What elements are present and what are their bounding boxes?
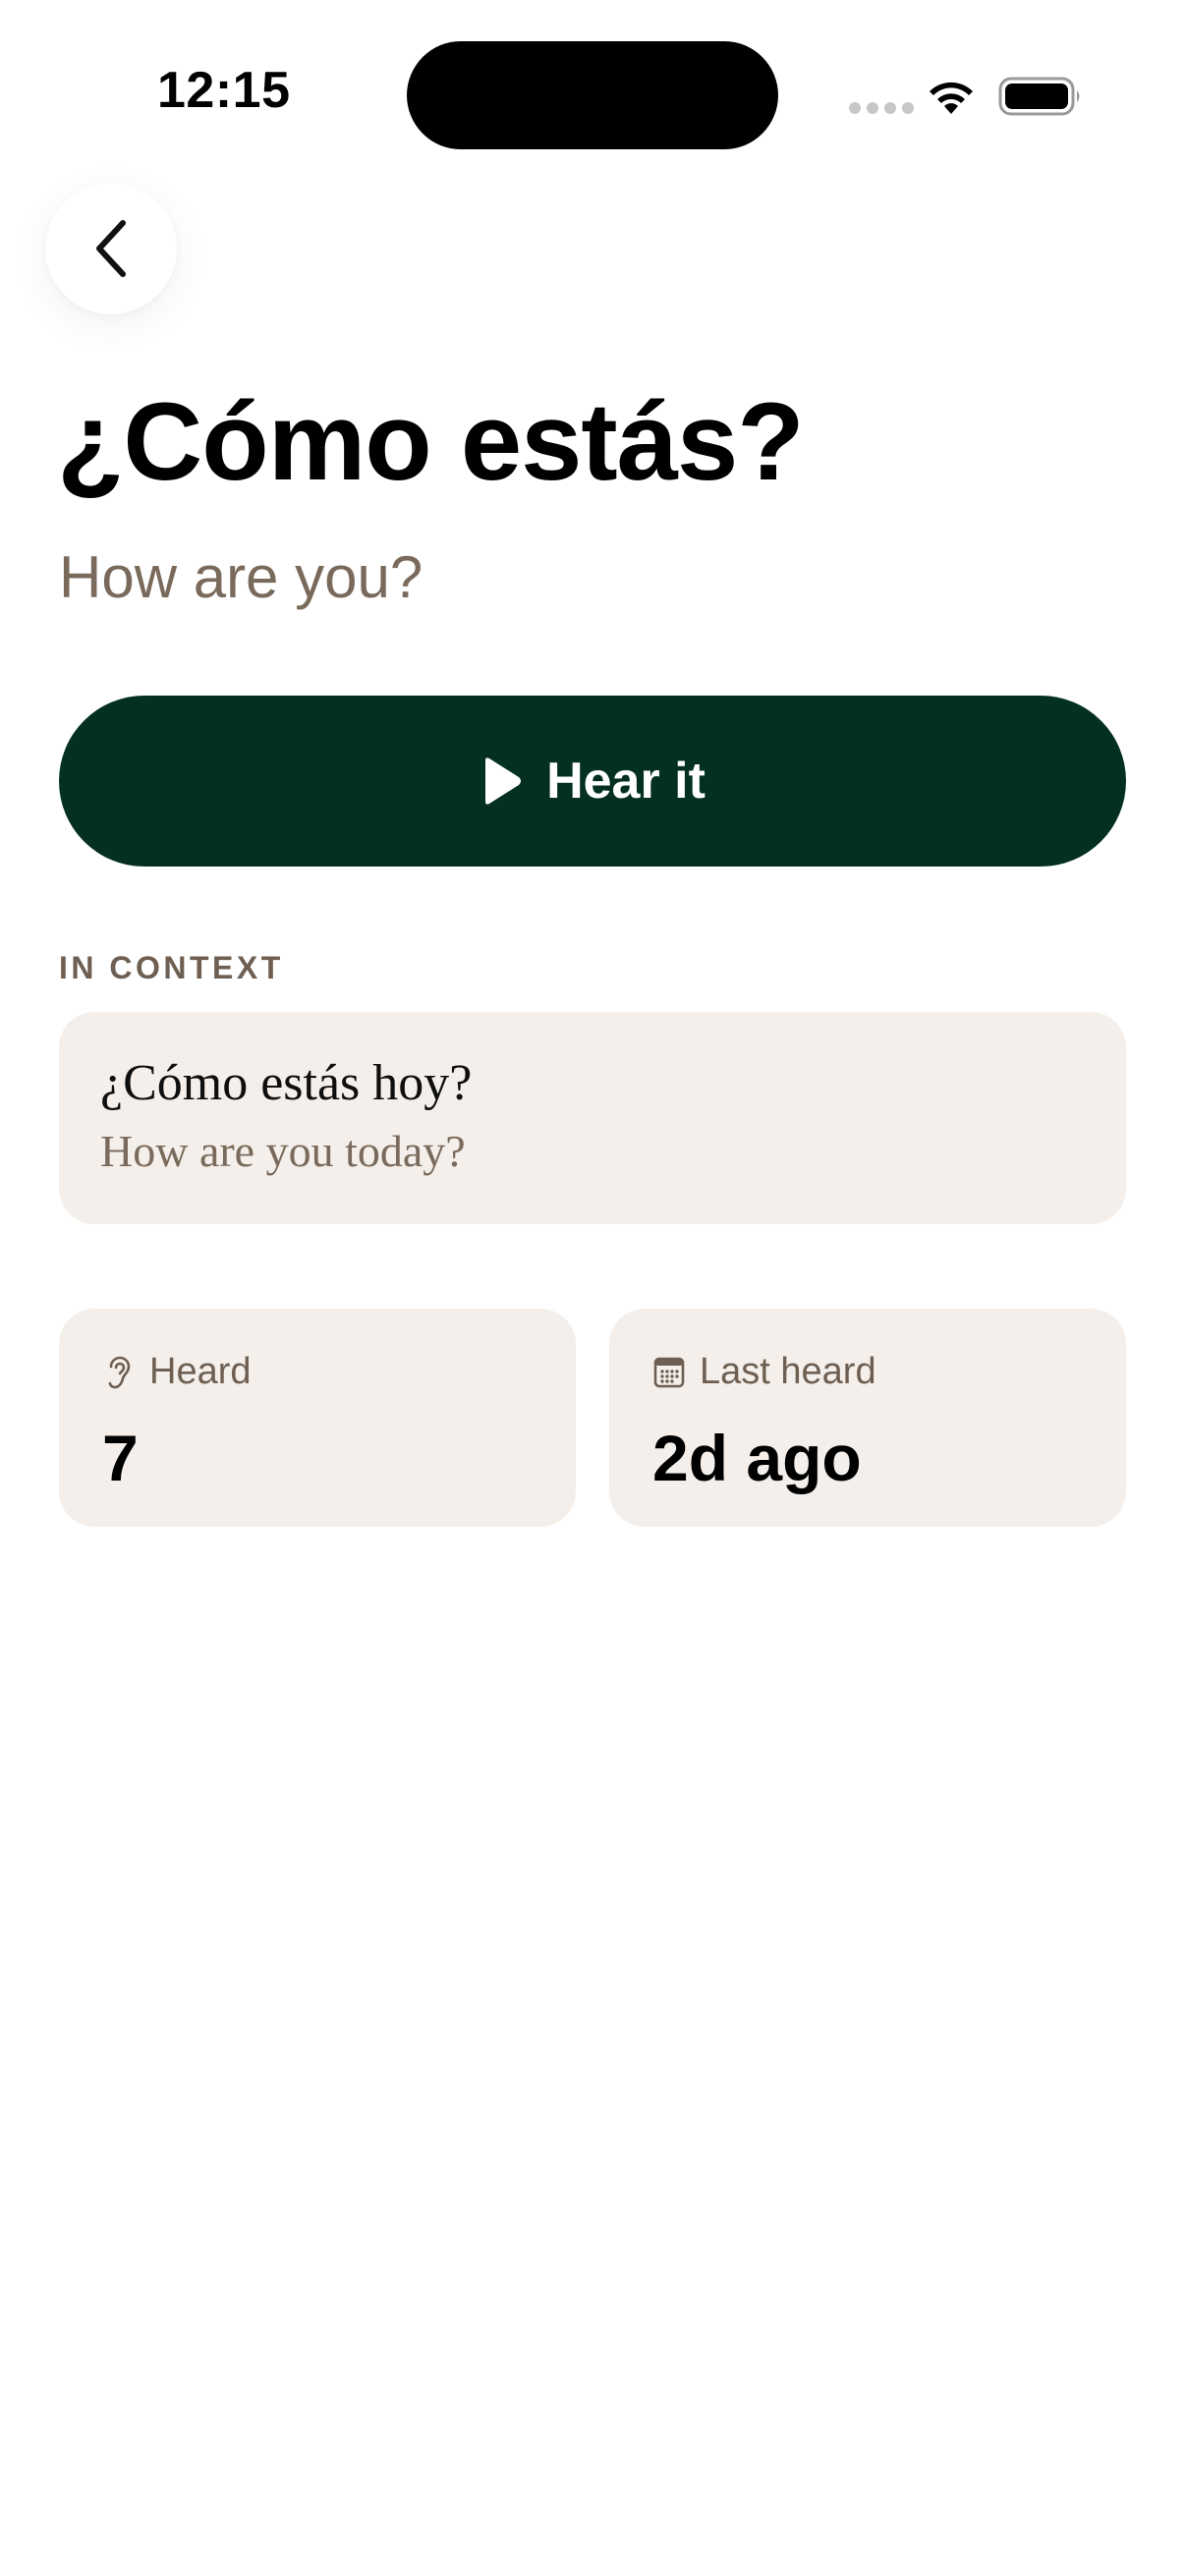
section-label-in-context: IN CONTEXT <box>59 950 284 985</box>
ear-icon <box>108 1356 131 1389</box>
stat-card-last-heard: Last heard 2d ago <box>609 1309 1126 1527</box>
play-icon <box>485 757 522 805</box>
chevron-left-icon <box>96 220 126 277</box>
context-translation: How are you today? <box>100 1126 466 1177</box>
status-time: 12:15 <box>157 62 291 119</box>
phrase-title: ¿Cómo estás? <box>57 380 805 503</box>
stat-value-heard: 7 <box>102 1422 139 1494</box>
stat-value-last-heard: 2d ago <box>652 1422 862 1494</box>
stat-card-heard: Heard 7 <box>59 1309 576 1527</box>
hear-it-label: Hear it <box>546 753 705 810</box>
stat-label-heard: Heard <box>149 1350 252 1392</box>
wifi-icon <box>930 82 973 114</box>
context-sentence: ¿Cómo estás hoy? <box>100 1055 473 1111</box>
context-card: ¿Cómo estás hoy? How are you today? <box>59 1012 1126 1224</box>
dynamic-island <box>407 41 778 149</box>
stat-label-last-heard: Last heard <box>700 1350 876 1392</box>
back-button[interactable] <box>45 183 177 314</box>
calendar-icon <box>653 1357 685 1388</box>
signal-dots-icon <box>849 102 914 114</box>
battery-icon <box>998 77 1080 116</box>
phrase-translation: How are you? <box>59 544 423 610</box>
status-bar: 12:15 <box>0 0 1185 196</box>
hear-it-button[interactable]: Hear it <box>59 696 1126 867</box>
